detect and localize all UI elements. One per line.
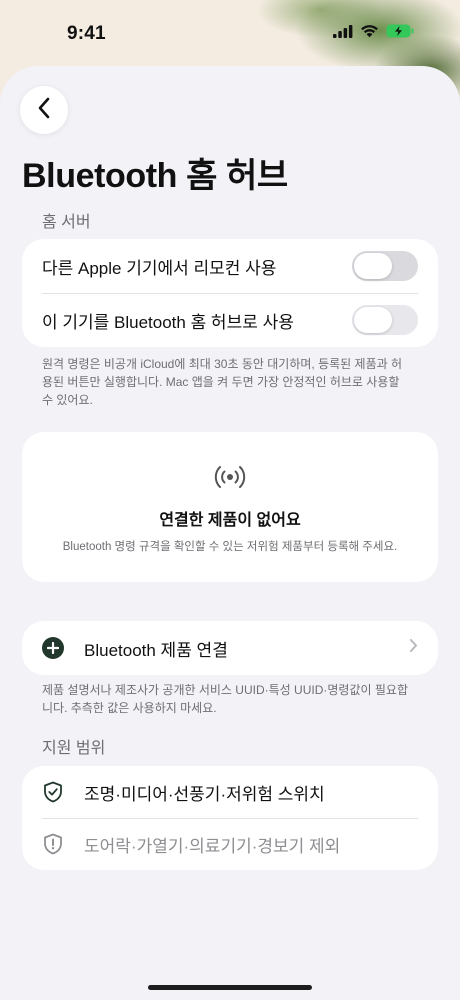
connect-footnote: 제품 설명서나 제조사가 공개한 서비스 UUID·특성 UUID·명령값이 필… — [42, 683, 408, 715]
chevron-right-icon — [409, 638, 418, 658]
toggle-label-home-hub: 이 기기를 Bluetooth 홈 허브로 사용 — [42, 312, 294, 332]
section-label-support-scope: 지원 범위 — [42, 740, 106, 757]
status-bar: 9:41 — [0, 0, 460, 64]
empty-state-card: 연결한 제품이 없어요 Bluetooth 명령 규격을 확인할 수 있는 저위… — [22, 432, 438, 582]
back-button[interactable] — [20, 86, 68, 134]
toggle-label-remote-control: 다른 Apple 기기에서 리모컨 사용 — [42, 258, 277, 278]
scope-supported-label: 조명·미디어·선풍기·저위험 스위치 — [84, 784, 325, 804]
empty-state-description: Bluetooth 명령 규격을 확인할 수 있는 저위험 제품부터 등록해 주… — [62, 541, 398, 553]
home-server-card: 다른 Apple 기기에서 리모컨 사용 이 기기를 Bluetooth 홈 허… — [22, 239, 438, 347]
connect-bluetooth-button[interactable]: Bluetooth 제품 연결 — [22, 621, 438, 675]
home-hub-toggle[interactable] — [352, 305, 418, 335]
toggle-knob — [354, 253, 392, 279]
wifi-icon — [360, 24, 379, 43]
home-indicator — [148, 985, 312, 990]
empty-state-title: 연결한 제품이 없어요 — [159, 512, 301, 529]
support-scope-card: 조명·미디어·선풍기·저위험 스위치 도어락·가열기·의료기기·경보기 제외 — [22, 766, 438, 870]
broadcast-icon — [210, 462, 250, 497]
signal-icon — [333, 24, 353, 43]
toggle-row-home-hub: 이 기기를 Bluetooth 홈 허브로 사용 — [22, 293, 438, 347]
scope-excluded-label: 도어락·가열기·의료기기·경보기 제외 — [84, 836, 341, 856]
connect-label: Bluetooth 제품 연결 — [84, 640, 228, 660]
remote-control-toggle[interactable] — [352, 251, 418, 281]
status-icons — [333, 24, 414, 43]
shield-check-icon — [42, 781, 64, 803]
section-label-home-server: 홈 서버 — [42, 214, 91, 231]
chevron-left-icon — [37, 97, 51, 124]
plus-circle-icon — [42, 637, 64, 659]
page-title: Bluetooth 홈 허브 — [22, 157, 288, 195]
toggle-row-remote-control: 다른 Apple 기기에서 리모컨 사용 — [22, 239, 438, 293]
scope-item-supported: 조명·미디어·선풍기·저위험 스위치 — [22, 766, 438, 818]
shield-exclamation-icon — [42, 833, 64, 855]
home-server-footnote: 원격 명령은 비공개 iCloud에 최대 30초 동안 대기하며, 등록된 제… — [42, 357, 403, 407]
scope-item-excluded: 도어락·가열기·의료기기·경보기 제외 — [22, 818, 438, 870]
status-time: 9:41 — [67, 23, 106, 44]
toggle-knob — [354, 307, 392, 333]
connect-row: Bluetooth 제품 연결 — [22, 621, 438, 675]
battery-charging-icon — [386, 24, 414, 43]
